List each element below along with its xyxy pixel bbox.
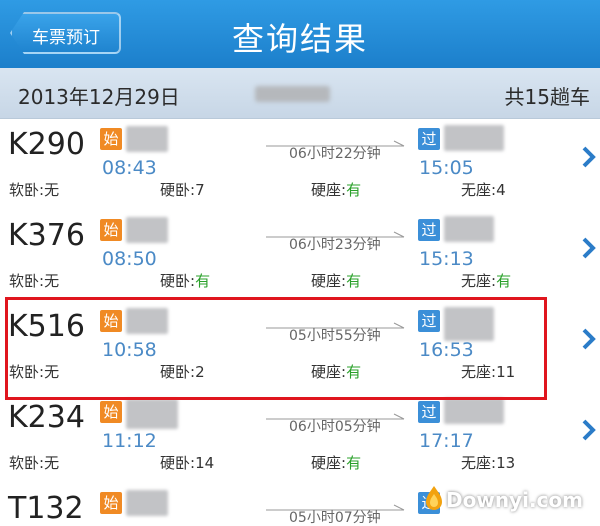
station-redacted	[126, 217, 168, 243]
pass-station-tag: 过	[418, 401, 440, 423]
start-station-tag: 始	[100, 219, 122, 241]
hard-sleeper: 硬卧:有	[160, 272, 211, 290]
soft-sleeper: 软卧:无	[9, 181, 60, 199]
departure-time: 08:43	[102, 157, 157, 179]
departure-time: 08:50	[102, 248, 157, 270]
chevron-right-icon	[582, 419, 596, 441]
station-redacted	[444, 216, 494, 242]
train-number: T132	[8, 491, 84, 526]
no-seat: 无座:4	[461, 181, 506, 199]
duration: 06小时05分钟	[289, 419, 381, 435]
train-row[interactable]: K376 始 08:50 06小时23分钟 过 15:13 软卧:无 硬卧:有 …	[0, 210, 600, 304]
station-redacted	[444, 125, 504, 151]
soft-sleeper: 软卧:无	[9, 272, 60, 290]
start-station-tag: 始	[100, 401, 122, 423]
highlight-frame	[5, 297, 547, 400]
arrival-time: 15:05	[419, 157, 474, 179]
hard-sleeper: 硬卧:14	[160, 454, 215, 472]
pass-station-tag: 过	[418, 219, 440, 241]
departure-time: 11:12	[102, 430, 157, 452]
station-redacted	[126, 399, 178, 429]
page-title: 查询结果	[231, 20, 368, 58]
hard-seat: 硬座:有	[311, 272, 362, 290]
summary-bar: 2013年12月29日 共15趟车	[0, 68, 600, 119]
duration: 06小时22分钟	[289, 146, 381, 162]
train-number: K290	[8, 127, 85, 162]
station-redacted	[444, 398, 504, 424]
no-seat: 无座:有	[461, 272, 512, 290]
travel-date: 2013年12月29日	[18, 85, 180, 109]
duration: 05小时07分钟	[289, 510, 381, 526]
hard-seat: 硬座:有	[311, 454, 362, 472]
arrival-time: 17:17	[419, 430, 474, 452]
duration: 06小时23分钟	[289, 237, 381, 253]
hard-seat: 硬座:有	[311, 181, 362, 199]
train-number: K234	[8, 400, 85, 435]
pass-station-tag: 过	[418, 128, 440, 150]
train-row[interactable]: K234 始 11:12 06小时05分钟 过 17:17 软卧:无 硬卧:14…	[0, 392, 600, 486]
train-count: 共15趟车	[504, 85, 590, 109]
soft-sleeper: 软卧:无	[9, 454, 60, 472]
downyi-logo-icon	[426, 486, 442, 510]
chevron-right-icon	[582, 237, 596, 259]
train-row[interactable]: K290 始 08:43 06小时22分钟 过 15:05 软卧:无 硬卧:7 …	[0, 119, 600, 213]
route-redacted	[255, 86, 330, 102]
hard-sleeper: 硬卧:7	[160, 181, 205, 199]
header-bar: 车票预订 查询结果	[0, 0, 600, 68]
chevron-right-icon	[582, 146, 596, 168]
start-station-tag: 始	[100, 492, 122, 514]
train-number: K376	[8, 218, 85, 253]
station-redacted	[126, 126, 168, 152]
station-redacted	[126, 490, 168, 516]
no-seat: 无座:13	[461, 454, 516, 472]
watermark: Downyi.com	[446, 488, 583, 512]
arrival-time: 15:13	[419, 248, 474, 270]
chevron-right-icon	[582, 328, 596, 350]
start-station-tag: 始	[100, 128, 122, 150]
